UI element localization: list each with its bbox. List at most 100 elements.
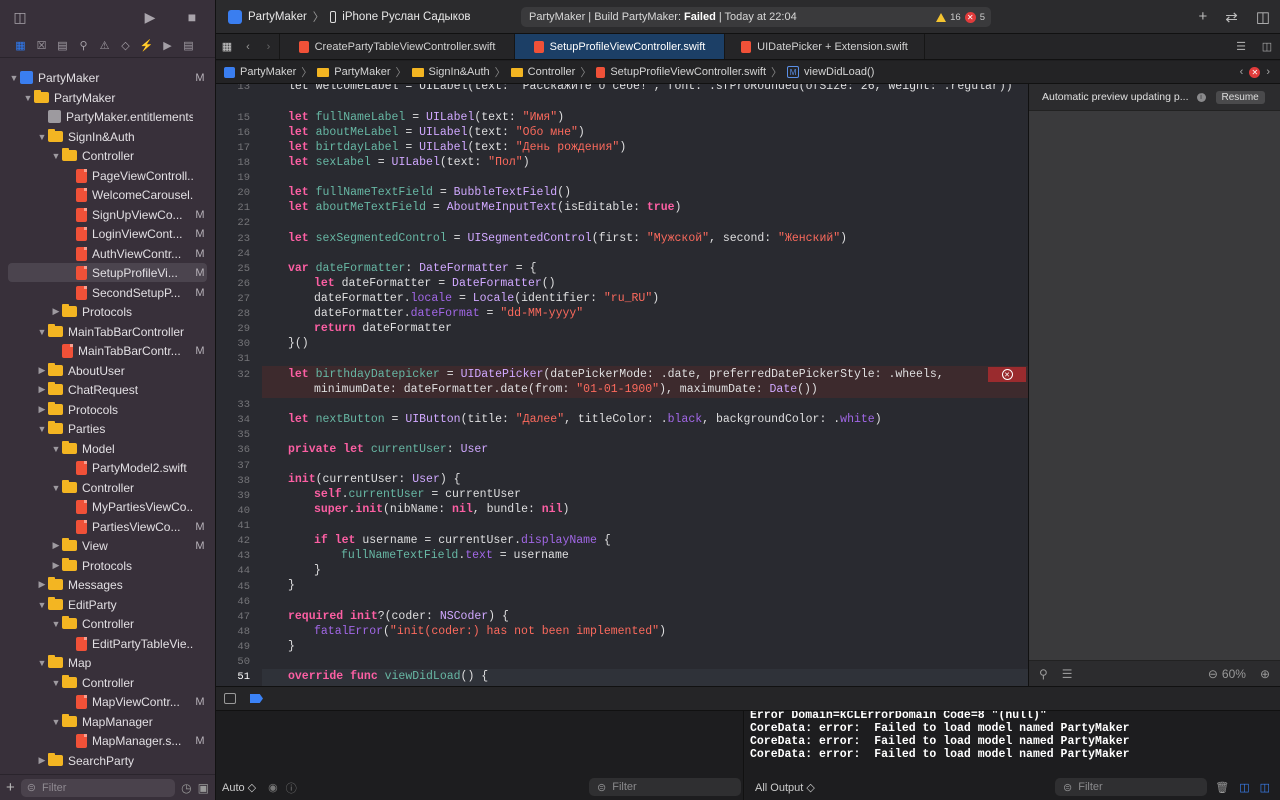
tree-item[interactable]: ▶ AboutUser xyxy=(8,361,207,380)
tree-item[interactable]: MyPartiesViewCo... xyxy=(8,497,207,516)
chevron-down-icon[interactable]: ▼ xyxy=(50,483,62,493)
error-badge[interactable]: ✕ xyxy=(988,367,1026,382)
breadcrumb[interactable]: SetupProfileViewController.swift xyxy=(596,66,766,78)
tree-item[interactable]: ▼ Controller xyxy=(8,614,207,633)
stop-button[interactable]: ■ xyxy=(182,7,202,27)
tree-item[interactable]: ▼ SignIn&Auth xyxy=(8,127,207,146)
chevron-down-icon[interactable]: ▼ xyxy=(50,678,62,688)
tree-item[interactable]: ▼ Controller xyxy=(8,478,207,497)
chevron-down-icon[interactable]: ▼ xyxy=(50,717,62,727)
tree-item[interactable]: EditPartyTableVie... xyxy=(8,634,207,653)
breakpoints-toggle-icon[interactable] xyxy=(250,694,263,703)
chevron-right-icon[interactable]: ▶ xyxy=(50,560,62,571)
chevron-down-icon[interactable]: ▼ xyxy=(50,151,62,161)
console-output[interactable]: Error Domain=kCLErrorDomain Code=8 "(nul… xyxy=(745,711,1280,800)
tree-item[interactable]: MainTabBarContr... M xyxy=(8,341,207,360)
tree-item[interactable]: LoginViewCont... M xyxy=(8,224,207,243)
breadcrumb[interactable]: PartyMaker xyxy=(224,66,296,78)
chevron-down-icon[interactable]: ▼ xyxy=(36,658,48,668)
breakpoint-icon[interactable]: ▶ xyxy=(160,38,175,53)
tree-item[interactable]: SecondSetupP... M xyxy=(8,283,207,302)
scheme-selector[interactable]: PartyMaker 〉 iPhone Руслан Садыков xyxy=(228,9,470,25)
zoom-out-icon[interactable]: ⊖ xyxy=(1208,667,1218,681)
report-icon[interactable]: ▤ xyxy=(181,38,196,53)
tree-item[interactable]: SignUpViewCo... M xyxy=(8,205,207,224)
chevron-down-icon[interactable]: ▼ xyxy=(36,132,48,142)
chevron-down-icon[interactable]: ▼ xyxy=(36,327,48,337)
tree-item[interactable]: ▶ Messages xyxy=(8,575,207,594)
recent-files-icon[interactable]: ◷ xyxy=(181,781,191,795)
tree-item[interactable]: ▶ SearchParty xyxy=(8,751,207,770)
chevron-down-icon[interactable]: ▼ xyxy=(50,444,62,454)
tree-item[interactable]: ▶ Protocols xyxy=(8,556,207,575)
modified-files-icon[interactable]: ▣ xyxy=(198,781,209,795)
tree-item[interactable]: ▶ ChatRequest xyxy=(8,380,207,399)
split-left-icon[interactable]: ◫ xyxy=(1239,781,1249,794)
tree-item[interactable]: ▶ Protocols xyxy=(8,302,207,321)
breadcrumb[interactable]: Controller xyxy=(510,66,575,78)
issue-counts[interactable]: 16 ✕ 5 xyxy=(936,11,985,23)
toggle-inspector-icon[interactable]: ◫ xyxy=(1256,8,1270,26)
chevron-right-icon[interactable]: ▶ xyxy=(50,540,62,551)
tree-item[interactable]: PageViewControll... xyxy=(8,166,207,185)
code-review-icon[interactable]: ⇄ xyxy=(1225,8,1238,26)
chevron-down-icon[interactable]: ▼ xyxy=(36,600,48,610)
hide-debug-area-icon[interactable] xyxy=(224,693,236,704)
find-icon[interactable]: ⚲ xyxy=(76,38,91,53)
tree-item[interactable]: ▶ View M xyxy=(8,536,207,555)
folder-icon[interactable]: ▦ xyxy=(13,38,28,53)
split-editor-icon[interactable]: ◫ xyxy=(1254,34,1280,59)
split-right-icon[interactable]: ◫ xyxy=(1260,781,1270,794)
tree-item[interactable]: MapViewContr... M xyxy=(8,692,207,711)
chevron-down-icon[interactable]: ▼ xyxy=(22,93,34,103)
tree-item[interactable]: AuthViewContr... M xyxy=(8,244,207,263)
error-icon[interactable]: ✕ xyxy=(1249,66,1261,78)
info-icon[interactable]: ⓘ xyxy=(286,780,297,796)
tree-item[interactable]: ▼ MapManager xyxy=(8,712,207,731)
activity-status[interactable]: PartyMaker | Build PartyMaker: Failed | … xyxy=(521,7,991,27)
toggle-navigator-icon[interactable]: ◫ xyxy=(10,7,30,27)
chevron-left-icon[interactable]: ‹ xyxy=(1240,66,1244,78)
chevron-right-icon[interactable]: ▶ xyxy=(50,306,62,317)
chevron-down-icon[interactable]: ▼ xyxy=(50,619,62,629)
tree-item[interactable]: ▼ Controller xyxy=(8,673,207,692)
tree-item[interactable]: ▼ Model xyxy=(8,439,207,458)
test-icon[interactable]: ◇ xyxy=(118,38,133,53)
run-button[interactable]: ▶ xyxy=(140,7,160,27)
chevron-right-icon[interactable]: › xyxy=(1266,66,1270,78)
breadcrumb[interactable]: SignIn&Auth xyxy=(411,66,490,78)
symbol-icon[interactable]: ▤ xyxy=(55,38,70,53)
auto-dropdown[interactable]: Auto ◇ xyxy=(222,781,256,794)
output-selector[interactable]: All Output ◇ xyxy=(755,775,815,800)
tree-item[interactable]: ▼ Parties xyxy=(8,419,207,438)
breadcrumb[interactable]: MviewDidLoad() xyxy=(787,66,874,78)
tab-create-party[interactable]: CreatePartyTableViewController.swift xyxy=(280,34,515,59)
tree-item[interactable]: WelcomeCarousel... xyxy=(8,185,207,204)
tree-item[interactable]: ▶ Protocols xyxy=(8,400,207,419)
resume-button[interactable]: Resume xyxy=(1215,90,1265,104)
tree-item[interactable]: ▼ PartyMaker xyxy=(8,88,207,107)
console-filter-input[interactable]: ⊜ Filter xyxy=(1055,778,1207,796)
chevron-right-icon[interactable]: ▶ xyxy=(36,404,48,415)
add-library-icon[interactable]: + xyxy=(1198,8,1207,26)
info-icon[interactable]: i xyxy=(1196,92,1206,102)
tree-item[interactable]: PartyMaker.entitlements xyxy=(8,107,207,126)
variables-filter-input[interactable]: ⊜ Filter xyxy=(589,778,741,796)
tree-item-selected[interactable]: SetupProfileVi... M xyxy=(8,263,207,282)
chevron-right-icon[interactable]: ▶ xyxy=(36,365,48,376)
eye-icon[interactable]: ◉ xyxy=(268,781,278,794)
zoom-in-icon[interactable]: ⊕ xyxy=(1260,667,1270,681)
zoom-level[interactable]: 60% xyxy=(1222,667,1246,681)
source-editor[interactable]: ✕ 13 15 16 17 18 19 20 21 22 23 24 25 26… xyxy=(216,84,1028,686)
forward-arrow-icon[interactable]: › xyxy=(258,34,280,59)
chevron-right-icon[interactable]: ▶ xyxy=(36,384,48,395)
settings-icon[interactable]: ☰ xyxy=(1062,667,1073,681)
grid-icon[interactable]: ▦ xyxy=(216,34,238,59)
tree-item[interactable]: ▼ PartyMaker M xyxy=(8,68,207,87)
tree-item[interactable]: ▼ Map xyxy=(8,653,207,672)
navigator-filter-input[interactable]: ⊜ Filter xyxy=(20,778,176,797)
add-icon[interactable]: + xyxy=(6,779,15,796)
pin-icon[interactable]: ⚲ xyxy=(1039,667,1048,681)
tree-item[interactable]: ▼ EditParty xyxy=(8,595,207,614)
tree-item[interactable]: ▼ MainTabBarController xyxy=(8,322,207,341)
